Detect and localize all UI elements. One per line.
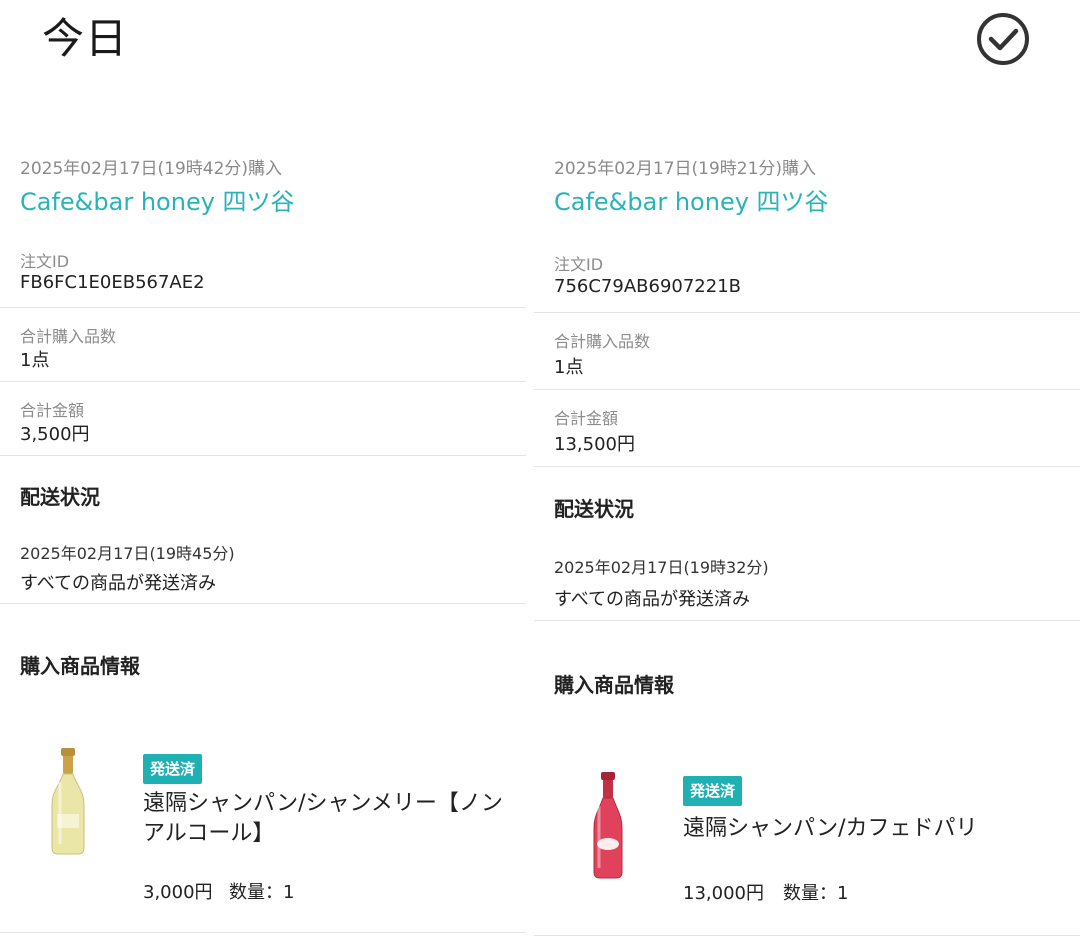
total-amount-label: 合計金額 — [554, 409, 619, 428]
product-name: 遠隔シャンパン/シャンメリー【ノンアルコール】 — [143, 791, 503, 846]
shipping-status: すべての商品が発送済み — [554, 589, 751, 610]
total-amount-value: 13,500円 — [554, 434, 635, 455]
divider — [0, 603, 526, 604]
shipping-section-title: 配送状況 — [20, 485, 100, 509]
order-id-label: 注文ID — [554, 255, 604, 274]
total-amount-value: 3,500円 — [20, 424, 90, 445]
total-items-value: 1点 — [554, 357, 584, 378]
total-items-label: 合計購入品数 — [20, 327, 117, 346]
product-price: 3,000円 — [143, 882, 213, 903]
total-items-label: 合計購入品数 — [554, 332, 651, 351]
order-id-label: 注文ID — [20, 252, 70, 271]
product-price: 13,000円 — [683, 883, 764, 904]
divider — [534, 935, 1080, 936]
product-quantity: 数量：1 — [229, 882, 295, 903]
total-items-value: 1点 — [20, 350, 50, 371]
shipping-date: 2025年02月17日(19時45分) — [20, 544, 235, 563]
shop-name-link[interactable]: Cafe&bar honey 四ツ谷 — [554, 182, 829, 217]
order-id-value: 756C79AB6907221B — [554, 276, 742, 297]
products-section-title: 購入商品情報 — [554, 673, 674, 697]
product-quantity: 数量：1 — [783, 883, 849, 904]
divider — [0, 381, 526, 382]
purchase-date: 2025年02月17日(19時21分)購入 — [554, 159, 817, 179]
product-image[interactable] — [28, 748, 108, 858]
shipping-status: すべての商品が発送済み — [20, 573, 217, 594]
product-image[interactable] — [568, 772, 648, 882]
divider — [0, 932, 526, 933]
purchase-date: 2025年02月17日(19時42分)購入 — [20, 159, 283, 179]
order-id-value: FB6FC1E0EB567AE2 — [20, 272, 205, 293]
divider — [0, 307, 526, 308]
total-amount-label: 合計金額 — [20, 401, 85, 420]
divider — [534, 312, 1080, 313]
divider — [534, 620, 1080, 621]
shipped-badge: 発送済 — [143, 754, 203, 784]
bottle-image — [51, 748, 85, 855]
order-card: 2025年02月17日(19時42分)購入 Cafe&bar honey 四ツ谷… — [0, 0, 526, 943]
shop-name-link[interactable]: Cafe&bar honey 四ツ谷 — [20, 182, 295, 217]
divider — [534, 466, 1080, 467]
shipped-badge: 発送済 — [683, 776, 743, 806]
products-section-title: 購入商品情報 — [20, 654, 140, 678]
bottle-image — [593, 772, 623, 879]
divider — [0, 455, 526, 456]
shipping-section-title: 配送状況 — [554, 497, 634, 521]
shipping-date: 2025年02月17日(19時32分) — [554, 558, 769, 577]
product-name: 遠隔シャンパン/カフェドパリ — [683, 816, 978, 841]
divider — [534, 389, 1080, 390]
order-card: 2025年02月17日(19時21分)購入 Cafe&bar honey 四ツ谷… — [534, 0, 1080, 943]
